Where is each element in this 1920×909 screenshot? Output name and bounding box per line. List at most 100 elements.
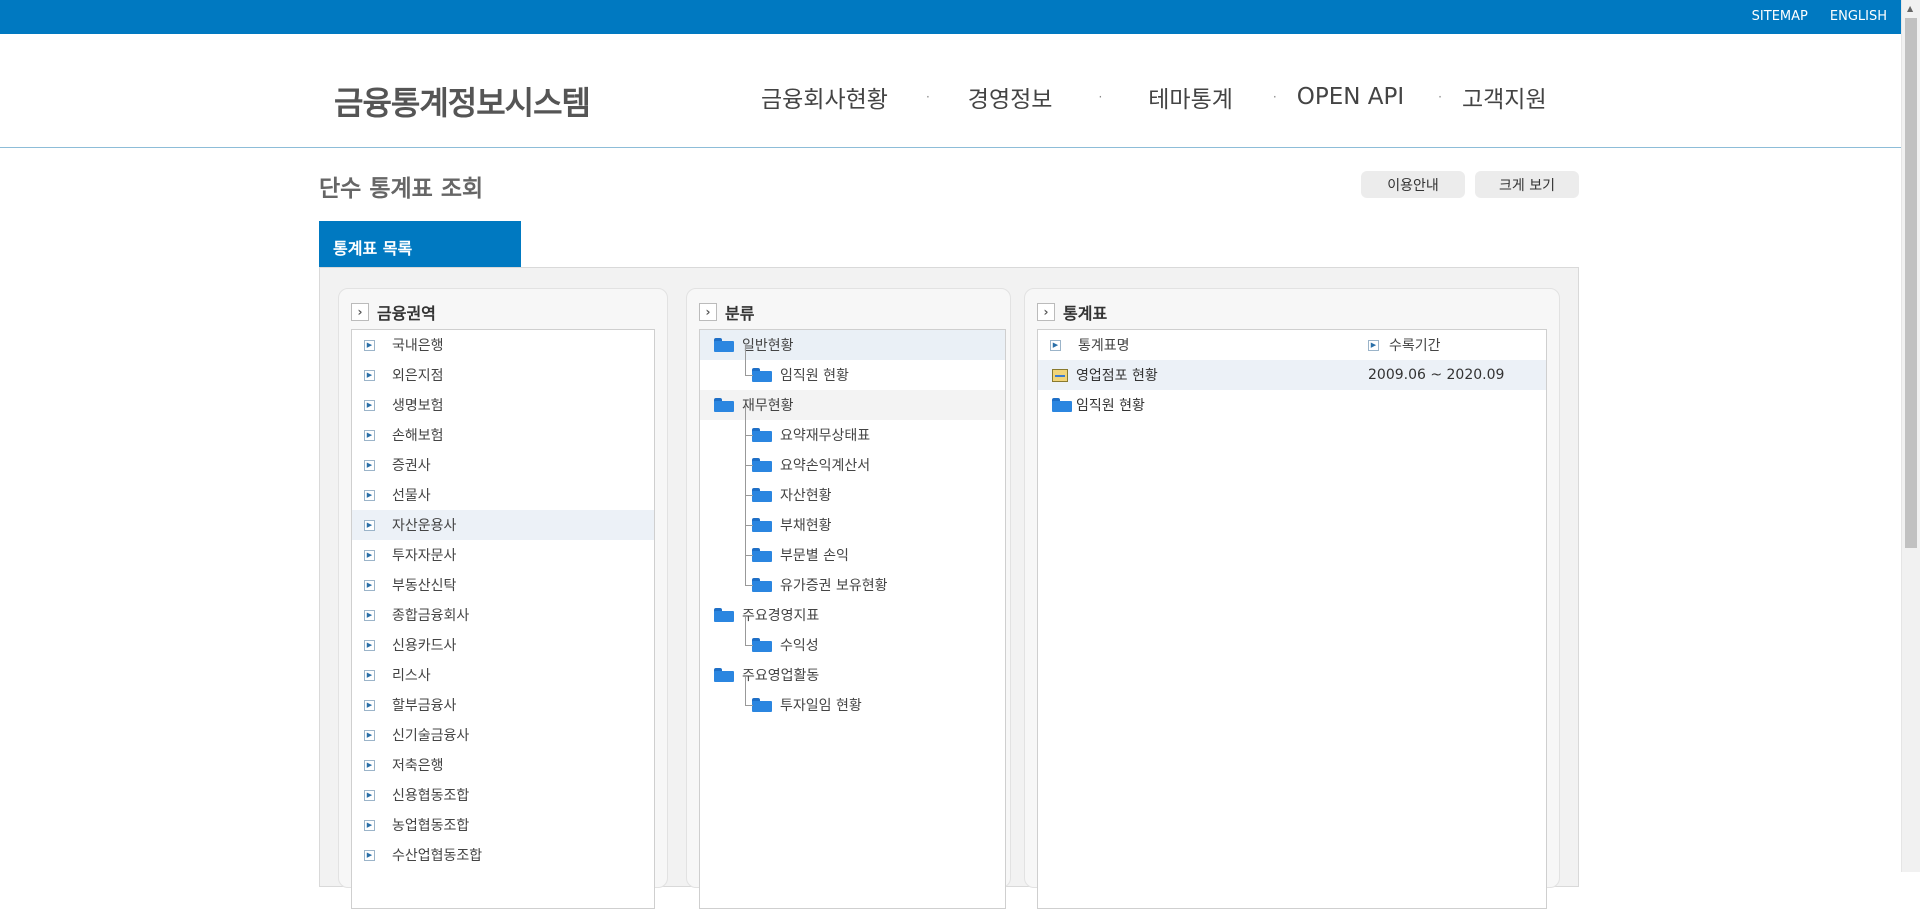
table-row[interactable]: 임직원 현황 (1038, 390, 1546, 420)
list-item[interactable]: ▶ 신기술금융사 (352, 720, 654, 750)
item-label: 부채현황 (780, 518, 832, 534)
table-icon (1052, 368, 1068, 382)
utility-links: SITEMAP ENGLISH (1752, 9, 1887, 24)
sector-label: 신기술금융사 (392, 728, 470, 744)
list-item[interactable]: ▶ 할부금융사 (352, 690, 654, 720)
list-item[interactable]: ▶ 생명보험 (352, 390, 654, 420)
folder-icon (752, 518, 772, 532)
group-label: 재무현황 (742, 398, 794, 414)
page-scrollbar[interactable]: ▲ (1901, 0, 1920, 872)
page-title: 단수 통계표 조회 (319, 176, 484, 202)
nav-theme-stats[interactable]: 테마통계 (1148, 80, 1233, 114)
tree-item[interactable]: 임직원 현황 (700, 345, 1005, 390)
sector-label: 리스사 (392, 668, 431, 684)
tree-item[interactable]: 수익성 (700, 615, 1005, 660)
english-link[interactable]: ENGLISH (1830, 9, 1887, 24)
nav-company-status[interactable]: 금융회사현황 (761, 80, 888, 114)
scroll-thumb[interactable] (1905, 18, 1917, 548)
list-item[interactable]: ▶ 수산업협동조합 (352, 840, 654, 870)
folder-icon (714, 398, 734, 412)
item-label: 투자일임 현황 (780, 698, 862, 714)
tree-item[interactable]: 유가증권 보유현황 (700, 555, 1005, 600)
play-bullet-icon: ▶ (364, 369, 375, 381)
sector-label: 자산운용사 (392, 518, 457, 534)
sector-label: 종합금융회사 (392, 608, 470, 624)
list-item[interactable]: ▶ 외은지점 (352, 360, 654, 390)
nav-management-info[interactable]: 경영정보 (968, 80, 1053, 114)
sector-label: 저축은행 (392, 758, 444, 774)
list-item[interactable]: ▶ 국내은행 (352, 330, 654, 360)
play-bullet-icon: ▶ (364, 729, 375, 741)
list-item[interactable]: ▶ 신용협동조합 (352, 780, 654, 810)
folder-icon (752, 638, 772, 652)
list-item[interactable]: ▶ 종합금융회사 (352, 600, 654, 630)
item-label: 자산현황 (780, 488, 832, 504)
play-bullet-icon: ▶ (364, 639, 375, 651)
site-logo[interactable]: 금융통계정보시스템 (334, 78, 591, 124)
list-item[interactable]: ▶ 신용카드사 (352, 630, 654, 660)
stat-period-cell: 2009.06 ~ 2020.09 (1368, 367, 1505, 383)
category-tree[interactable]: 일반현황 임직원 현황 재무현황 요약재무상태표 요약손익계산서 자산현황 부채… (699, 329, 1006, 909)
list-item[interactable]: ▶ 부동산신탁 (352, 570, 654, 600)
column-header-period: ▶ 수록기간 (1368, 335, 1441, 355)
large-view-button[interactable]: 크게 보기 (1475, 171, 1579, 198)
panel-header: › 통계표 (1037, 300, 1107, 324)
list-item[interactable]: ▶ 투자자문사 (352, 540, 654, 570)
folder-icon (752, 548, 772, 562)
stat-table-header: ▶ 통계표명 ▶ 수록기간 (1038, 330, 1546, 360)
sector-list[interactable]: ▶ 국내은행 ▶ 외은지점 ▶ 생명보험 ▶ 손해보험 ▶ 증권사 ▶ 선물사 ▶ 자산운용사… (351, 329, 655, 909)
panel-title: 분류 (725, 304, 755, 323)
nav-customer-support[interactable]: 고객지원 (1462, 80, 1547, 114)
item-label: 임직원 현황 (780, 368, 849, 384)
table-row[interactable]: 영업점포 현황 2009.06 ~ 2020.09 (1038, 360, 1546, 390)
list-item[interactable]: ▶ 농업협동조합 (352, 810, 654, 840)
stat-name-cell: 영업점포 현황 (1038, 365, 1368, 385)
play-bullet-icon: ▶ (364, 459, 375, 471)
nav-separator: · (1438, 90, 1442, 104)
play-bullet-icon: ▶ (364, 519, 375, 531)
main-nav: 금융회사현황 · 경영정보 · 테마통계 · OPEN API · 고객지원 (761, 80, 1547, 114)
column-header-name: ▶ 통계표명 (1038, 335, 1368, 355)
folder-icon (752, 698, 772, 712)
play-bullet-icon: ▶ (364, 699, 375, 711)
sector-label: 투자자문사 (392, 548, 457, 564)
sector-label: 외은지점 (392, 368, 444, 384)
play-bullet-icon: ▶ (364, 399, 375, 411)
group-label: 일반현황 (742, 338, 794, 354)
stat-table-panel: › 통계표 ▶ 통계표명 ▶ 수록기간 영업점포 현황 2009.06 ~ 2020… (1024, 288, 1560, 909)
sector-label: 손해보험 (392, 428, 444, 444)
site-header: 금융통계정보시스템 금융회사현황 · 경영정보 · 테마통계 · OPEN AP… (0, 34, 1901, 148)
top-utility-bar: SITEMAP ENGLISH (0, 0, 1901, 34)
folder-icon (752, 578, 772, 592)
list-item-selected[interactable]: ▶ 자산운용사 (352, 510, 654, 540)
column-label: 통계표명 (1078, 338, 1130, 354)
item-label: 요약재무상태표 (780, 428, 871, 444)
tree-item[interactable]: 투자일임 현황 (700, 675, 1005, 720)
list-item[interactable]: ▶ 손해보험 (352, 420, 654, 450)
sector-label: 할부금융사 (392, 698, 457, 714)
play-bullet-icon: ▶ (364, 849, 375, 861)
stat-name: 임직원 현황 (1076, 398, 1145, 414)
list-item[interactable]: ▶ 저축은행 (352, 750, 654, 780)
list-item[interactable]: ▶ 리스사 (352, 660, 654, 690)
stat-table-list[interactable]: ▶ 통계표명 ▶ 수록기간 영업점포 현황 2009.06 ~ 2020.09 임직… (1037, 329, 1547, 909)
tab-stat-list[interactable]: 통계표 목록 (319, 221, 521, 267)
nav-separator: · (1098, 90, 1103, 104)
guide-button[interactable]: 이용안내 (1361, 171, 1465, 198)
item-label: 부문별 손익 (780, 548, 849, 564)
play-bullet-icon: ▶ (364, 429, 375, 441)
nav-open-api[interactable]: OPEN API (1297, 84, 1404, 110)
sitemap-link[interactable]: SITEMAP (1752, 9, 1808, 24)
scroll-up-arrow-icon[interactable]: ▲ (1907, 4, 1913, 13)
panel-header: › 분류 (699, 300, 754, 324)
sector-label: 농업협동조합 (392, 818, 470, 834)
sector-label: 생명보험 (392, 398, 444, 414)
stat-name-cell: 임직원 현황 (1038, 395, 1368, 415)
list-item[interactable]: ▶ 선물사 (352, 480, 654, 510)
sector-label: 증권사 (392, 458, 431, 474)
sector-label: 국내은행 (392, 338, 444, 354)
folder-icon (752, 488, 772, 502)
list-item[interactable]: ▶ 증권사 (352, 450, 654, 480)
panel-header: › 금융권역 (351, 300, 436, 324)
folder-icon (714, 338, 734, 352)
